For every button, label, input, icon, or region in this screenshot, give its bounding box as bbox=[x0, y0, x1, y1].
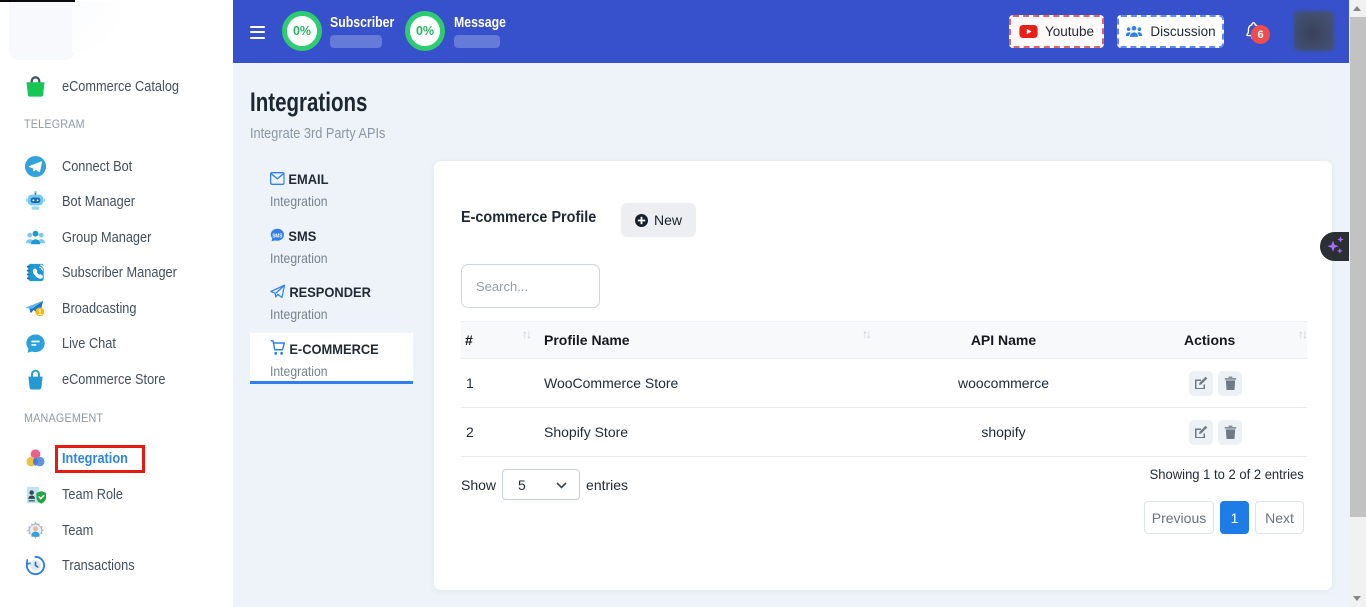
svg-text:1: 1 bbox=[38, 308, 43, 317]
svg-text:SMS: SMS bbox=[272, 233, 283, 239]
